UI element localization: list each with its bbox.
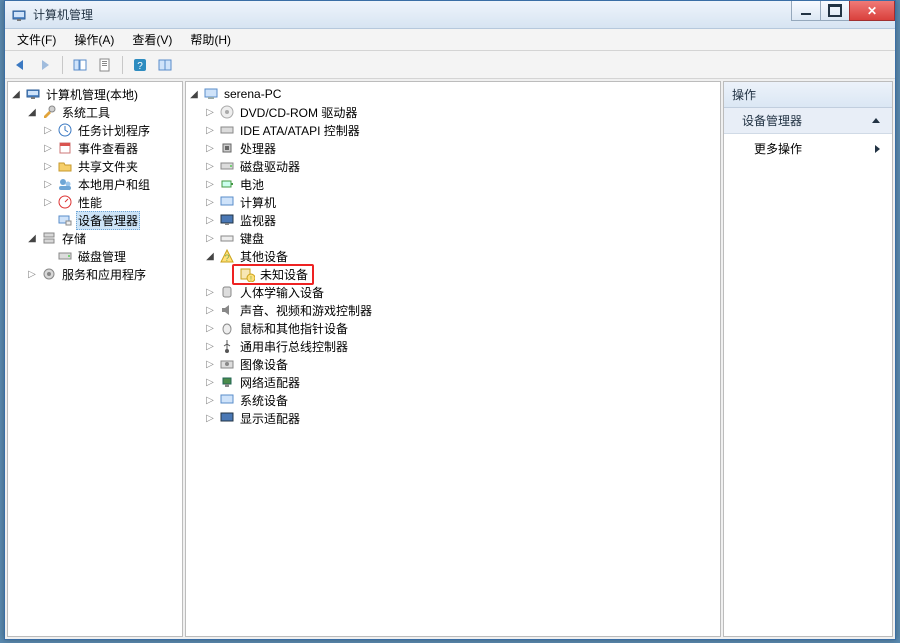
dev-usb[interactable]: 通用串行总线控制器 bbox=[204, 337, 718, 355]
hid-icon bbox=[219, 284, 235, 300]
monitor-icon bbox=[219, 212, 235, 228]
users-icon bbox=[57, 176, 73, 192]
window-title: 计算机管理 bbox=[33, 6, 93, 23]
tree-root[interactable]: 计算机管理(本地) bbox=[10, 85, 180, 103]
properties-button[interactable] bbox=[94, 54, 116, 76]
show-hide-tree-button[interactable] bbox=[69, 54, 91, 76]
maximize-button[interactable] bbox=[820, 1, 850, 21]
toolbar-separator-2 bbox=[122, 56, 123, 74]
device-mgr-icon bbox=[57, 212, 73, 228]
tree-shared-folders[interactable]: 共享文件夹 bbox=[42, 157, 180, 175]
tree-event-viewer[interactable]: 事件查看器 bbox=[42, 139, 180, 157]
toolbar: ? bbox=[5, 51, 895, 79]
dev-mouse[interactable]: 鼠标和其他指针设备 bbox=[204, 319, 718, 337]
collapse-icon bbox=[872, 118, 880, 123]
toolbar-separator bbox=[62, 56, 63, 74]
app-icon bbox=[11, 7, 27, 23]
dev-computer[interactable]: 计算机 bbox=[204, 193, 718, 211]
menu-file[interactable]: 文件(F) bbox=[9, 29, 64, 50]
dev-cpu[interactable]: 处理器 bbox=[204, 139, 718, 157]
storage-icon bbox=[41, 230, 57, 246]
back-button[interactable] bbox=[9, 54, 31, 76]
mouse-icon bbox=[219, 320, 235, 336]
event-icon bbox=[57, 140, 73, 156]
shared-folder-icon bbox=[57, 158, 73, 174]
dev-hid[interactable]: 人体学输入设备 bbox=[204, 283, 718, 301]
svg-text:!: ! bbox=[250, 276, 252, 282]
display-icon bbox=[219, 410, 235, 426]
tree-root-label: 计算机管理(本地) bbox=[44, 86, 140, 103]
scope-pane[interactable]: 计算机管理(本地) 系统工具 bbox=[7, 81, 183, 637]
tree-storage[interactable]: 存储 bbox=[26, 229, 180, 247]
imaging-icon bbox=[219, 356, 235, 372]
usb-icon bbox=[219, 338, 235, 354]
dev-sound[interactable]: 声音、视频和游戏控制器 bbox=[204, 301, 718, 319]
unknown-device-highlight: ! 未知设备 bbox=[232, 264, 314, 285]
menu-action[interactable]: 操作(A) bbox=[66, 29, 122, 50]
other-devices-icon: ? bbox=[219, 248, 235, 264]
system-icon bbox=[219, 392, 235, 408]
window: 计算机管理 文件(F) 操作(A) 查看(V) 帮助(H) ? bbox=[4, 0, 896, 640]
tree-device-manager[interactable]: 设备管理器 bbox=[42, 211, 180, 229]
pc-icon bbox=[203, 86, 219, 102]
tree-performance[interactable]: 性能 bbox=[42, 193, 180, 211]
minimize-button[interactable] bbox=[791, 1, 821, 21]
sound-icon bbox=[219, 302, 235, 318]
network-icon bbox=[219, 374, 235, 390]
device-root[interactable]: serena-PC bbox=[188, 85, 718, 103]
performance-icon bbox=[57, 194, 73, 210]
computer-mgmt-icon bbox=[25, 86, 41, 102]
svg-text:?: ? bbox=[137, 61, 143, 72]
computer-icon bbox=[219, 194, 235, 210]
hdd-icon bbox=[219, 158, 235, 174]
dev-unknown[interactable]: ! 未知设备 bbox=[220, 265, 718, 283]
dev-display[interactable]: 显示适配器 bbox=[204, 409, 718, 427]
cpu-icon bbox=[219, 140, 235, 156]
device-tree-pane[interactable]: serena-PC DVD/CD-ROM 驱动器 IDE ATA/ATAPI 控… bbox=[185, 81, 721, 637]
submenu-arrow-icon bbox=[875, 145, 880, 153]
disk-icon bbox=[57, 248, 73, 264]
titlebar[interactable]: 计算机管理 bbox=[5, 1, 895, 29]
extra-view-button[interactable] bbox=[154, 54, 176, 76]
tools-icon bbox=[41, 104, 57, 120]
dev-dvd[interactable]: DVD/CD-ROM 驱动器 bbox=[204, 103, 718, 121]
help-button[interactable]: ? bbox=[129, 54, 151, 76]
dev-ide[interactable]: IDE ATA/ATAPI 控制器 bbox=[204, 121, 718, 139]
actions-more[interactable]: 更多操作 bbox=[724, 134, 892, 163]
actions-more-label: 更多操作 bbox=[754, 140, 802, 157]
dev-diskdrives[interactable]: 磁盘驱动器 bbox=[204, 157, 718, 175]
clock-icon bbox=[57, 122, 73, 138]
dev-monitor[interactable]: 监视器 bbox=[204, 211, 718, 229]
body: 计算机管理(本地) 系统工具 bbox=[5, 79, 895, 639]
menu-view[interactable]: 查看(V) bbox=[124, 29, 180, 50]
dev-battery[interactable]: 电池 bbox=[204, 175, 718, 193]
actions-group[interactable]: 设备管理器 bbox=[724, 108, 892, 134]
dev-imaging[interactable]: 图像设备 bbox=[204, 355, 718, 373]
tree-services-apps[interactable]: 服务和应用程序 bbox=[26, 265, 180, 283]
services-icon bbox=[41, 266, 57, 282]
tree-task-scheduler[interactable]: 任务计划程序 bbox=[42, 121, 180, 139]
dev-system[interactable]: 系统设备 bbox=[204, 391, 718, 409]
svg-text:?: ? bbox=[224, 253, 229, 263]
window-buttons bbox=[792, 1, 895, 21]
actions-header: 操作 bbox=[724, 82, 892, 108]
actions-group-label: 设备管理器 bbox=[742, 112, 802, 129]
keyboard-icon bbox=[219, 230, 235, 246]
close-button[interactable] bbox=[849, 1, 895, 21]
battery-icon bbox=[219, 176, 235, 192]
dvd-icon bbox=[219, 104, 235, 120]
menu-help[interactable]: 帮助(H) bbox=[182, 29, 239, 50]
tree-local-users[interactable]: 本地用户和组 bbox=[42, 175, 180, 193]
tree-system-tools[interactable]: 系统工具 bbox=[26, 103, 180, 121]
unknown-device-icon: ! bbox=[239, 266, 255, 282]
dev-keyboard[interactable]: 键盘 bbox=[204, 229, 718, 247]
ide-icon bbox=[219, 122, 235, 138]
dev-network[interactable]: 网络适配器 bbox=[204, 373, 718, 391]
dev-other[interactable]: ?其他设备 bbox=[204, 247, 718, 265]
menubar: 文件(F) 操作(A) 查看(V) 帮助(H) bbox=[5, 29, 895, 51]
tree-disk-management[interactable]: 磁盘管理 bbox=[42, 247, 180, 265]
actions-pane: 操作 设备管理器 更多操作 bbox=[723, 81, 893, 637]
forward-button[interactable] bbox=[34, 54, 56, 76]
